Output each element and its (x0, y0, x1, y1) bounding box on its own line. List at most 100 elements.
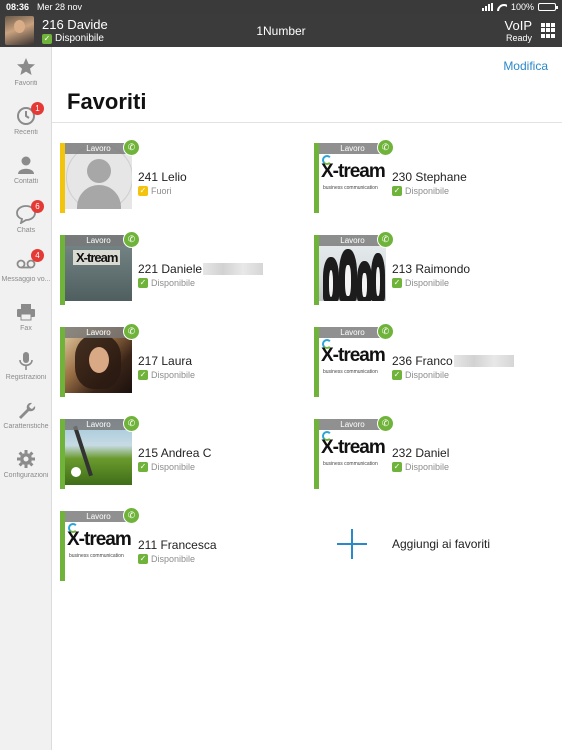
status-date: Mer 28 nov (37, 2, 83, 12)
sidebar-item-chats[interactable]: 6 Chats (0, 196, 52, 244)
contact-name: 215 Andrea C (138, 446, 212, 460)
sidebar-item-recenti[interactable]: 1 Recenti (0, 98, 52, 146)
contact-name: 221 Daniele (138, 262, 264, 276)
work-label: Lavoro (65, 235, 132, 246)
microphone-icon (19, 352, 33, 370)
call-phone-icon[interactable]: ✆ (377, 415, 394, 432)
status-label: Disponibile (151, 462, 196, 472)
favorite-card[interactable]: X-tream business communication Lavoro ✆ … (314, 139, 544, 213)
favorite-card[interactable]: Lavoro ✆ 241 Lelio ✓ Fuori (60, 139, 290, 213)
work-label: Lavoro (319, 143, 386, 154)
contact-name: 217 Laura (138, 354, 193, 368)
call-phone-icon[interactable]: ✆ (377, 323, 394, 340)
logo-text: X-tream (321, 345, 386, 366)
work-label: Lavoro (319, 235, 386, 246)
favorites-page: Modifica Favoriti Lavoro ✆ 241 Lelio ✓ F… (52, 47, 562, 750)
call-phone-icon[interactable]: ✆ (123, 323, 140, 340)
sidebar-item-voicemail[interactable]: 4 Messaggio vo... (0, 245, 52, 293)
checkmark-icon: ✓ (392, 186, 402, 196)
sidebar-item-favoriti[interactable]: Favoriti (0, 49, 52, 97)
sidebar-item-fax[interactable]: Fax (0, 294, 52, 342)
battery-icon (538, 3, 558, 11)
checkmark-icon: ✓ (392, 370, 402, 380)
sidebar-label: Favoriti (14, 80, 38, 87)
call-phone-icon[interactable]: ✆ (123, 139, 140, 156)
sidebar-label: Fax (20, 325, 32, 332)
checkmark-icon: ✓ (392, 462, 402, 472)
add-favorite-button[interactable]: Aggiungi ai favoriti (337, 529, 557, 559)
favorite-card[interactable]: Lavoro ✆ 217 Laura ✓ Disponibile (60, 323, 290, 397)
contact-status: ✓ Disponibile (392, 370, 449, 380)
favorite-card[interactable]: Lavoro ✆ 213 Raimondo ✓ Disponibile (314, 231, 544, 305)
contact-status: ✓ Disponibile (138, 462, 195, 472)
logo-text: X-tream (321, 437, 386, 458)
work-label: Lavoro (65, 419, 132, 430)
sidebar-label: Messaggio vo... (1, 276, 51, 283)
voip-ready: Ready (505, 33, 532, 43)
voip-label: VoIP (504, 18, 532, 33)
call-phone-icon[interactable]: ✆ (123, 415, 140, 432)
status-label: Disponibile (405, 370, 450, 380)
printer-icon (17, 304, 35, 321)
logo-text: X-tream (67, 529, 132, 550)
contact-name: 241 Lelio (138, 170, 187, 184)
dialpad-grid-icon[interactable] (541, 23, 556, 38)
notification-badge: 6 (31, 200, 44, 213)
checkmark-icon: ✓ (392, 278, 402, 288)
checkmark-icon: ✓ (138, 278, 148, 288)
contact-status: ✓ Fuori (138, 186, 172, 196)
wrench-icon (19, 402, 36, 419)
logo-subtitle: business communication (323, 185, 378, 191)
logo-subtitle: business communication (323, 369, 378, 375)
plus-icon (337, 529, 367, 559)
status-label: Disponibile (151, 370, 196, 380)
sidebar-label: Recenti (14, 129, 38, 136)
call-phone-icon[interactable]: ✆ (123, 231, 140, 248)
status-label: Disponibile (151, 554, 196, 564)
call-phone-icon[interactable]: ✆ (377, 231, 394, 248)
blurred-surname (203, 263, 264, 275)
sidebar-item-contatti[interactable]: Contatti (0, 147, 52, 195)
sidebar-item-configurazioni[interactable]: Configurazioni (0, 441, 52, 489)
checkmark-icon: ✓ (138, 186, 148, 196)
add-favorite-label: Aggiungi ai favoriti (392, 537, 491, 551)
call-phone-icon[interactable]: ✆ (377, 139, 394, 156)
call-phone-icon[interactable]: ✆ (123, 507, 140, 524)
contact-status: ✓ Disponibile (392, 278, 449, 288)
clock-time: 08:36 (6, 2, 30, 12)
work-label: Lavoro (65, 143, 132, 154)
notification-badge: 4 (31, 249, 44, 262)
sidebar-item-caratteristiche[interactable]: Caratteristiche (0, 392, 52, 440)
sidebar-label: Registrazioni (5, 374, 47, 381)
status-label: Disponibile (151, 278, 196, 288)
status-label: Disponibile (405, 186, 450, 196)
status-label: Disponibile (405, 462, 450, 472)
logo-text: X-tream (73, 250, 121, 265)
logo-subtitle: business communication (69, 553, 124, 559)
favorite-card[interactable]: X-tream business communication Lavoro ✆ … (314, 323, 544, 397)
favorite-card[interactable]: X-tream business communication Lavoro ✆ … (314, 415, 544, 489)
sidebar-label: Contatti (13, 178, 39, 185)
voip-status: VoIP Ready (505, 18, 532, 43)
divider (52, 122, 562, 123)
work-label: Lavoro (65, 511, 132, 522)
favorite-card[interactable]: Lavoro ✆ 215 Andrea C ✓ Disponibile (60, 415, 290, 489)
checkmark-icon: ✓ (138, 370, 148, 380)
logo-text: X-tream (321, 161, 386, 182)
favorite-card[interactable]: X-tream Lavoro ✆ 221 Daniele ✓ Disponibi… (60, 231, 290, 305)
contact-status: ✓ Disponibile (138, 554, 195, 564)
cellular-signal-icon (481, 3, 493, 11)
sidebar-label: Caratteristiche (3, 423, 49, 430)
person-icon (18, 156, 34, 174)
page-title: Favoriti (67, 89, 147, 114)
contact-name: 230 Stephane (392, 170, 467, 184)
favorite-card[interactable]: X-tream business communication Lavoro ✆ … (60, 507, 290, 581)
sidebar-item-registrazioni[interactable]: Registrazioni (0, 343, 52, 391)
contact-status: ✓ Disponibile (392, 186, 449, 196)
status-label: Disponibile (405, 278, 450, 288)
logo-subtitle: business communication (323, 461, 378, 467)
sidebar-label: Configurazioni (3, 472, 49, 479)
edit-button[interactable]: Modifica (503, 59, 548, 73)
status-label: Fuori (151, 186, 172, 196)
work-label: Lavoro (319, 327, 386, 338)
